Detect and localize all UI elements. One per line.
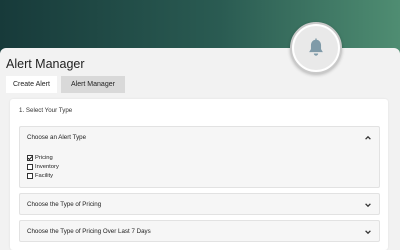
bell-badge xyxy=(294,26,338,70)
accordion-header-alert-type[interactable]: Choose an Alert Type xyxy=(20,127,379,148)
accordion-pricing-7days: Choose the Type of Pricing Over Last 7 D… xyxy=(19,220,380,242)
page-title: Alert Manager xyxy=(6,57,85,71)
option-inventory[interactable]: Inventory xyxy=(27,163,372,172)
option-facility[interactable]: Facility xyxy=(27,171,372,180)
accordion-title: Choose an Alert Type xyxy=(27,134,87,141)
checkbox-unchecked-icon[interactable] xyxy=(27,163,33,170)
option-label: Pricing xyxy=(35,155,53,162)
option-label: Facility xyxy=(35,172,54,179)
chevron-down-icon[interactable] xyxy=(364,228,372,236)
chevron-down-icon[interactable] xyxy=(364,201,372,209)
checkbox-unchecked-icon[interactable] xyxy=(27,172,33,179)
chevron-up-icon[interactable] xyxy=(364,134,372,142)
checkbox-checked-icon[interactable] xyxy=(27,155,33,162)
accordion-alert-type: Choose an Alert Type Pricing Inventory F… xyxy=(19,126,380,188)
tab-bar: Create Alert Alert Manager xyxy=(6,76,125,93)
notifications-button[interactable] xyxy=(290,22,342,74)
accordion-header-pricing-type[interactable]: Choose the Type of Pricing xyxy=(20,194,379,215)
accordion-title: Choose the Type of Pricing Over Last 7 D… xyxy=(27,228,151,235)
option-label: Inventory xyxy=(35,163,59,170)
tab-create-alert[interactable]: Create Alert xyxy=(6,76,57,93)
accordion-pricing-type: Choose the Type of Pricing xyxy=(19,193,380,215)
accordion-title: Choose the Type of Pricing xyxy=(27,201,102,208)
tab-alert-manager[interactable]: Alert Manager xyxy=(60,76,125,93)
option-pricing[interactable]: Pricing xyxy=(27,154,372,163)
step-label: 1. Select Your Type xyxy=(19,107,73,114)
bell-icon xyxy=(309,38,323,56)
accordion-header-pricing-7days[interactable]: Choose the Type of Pricing Over Last 7 D… xyxy=(20,221,379,242)
alert-type-options: Pricing Inventory Facility xyxy=(20,148,379,180)
